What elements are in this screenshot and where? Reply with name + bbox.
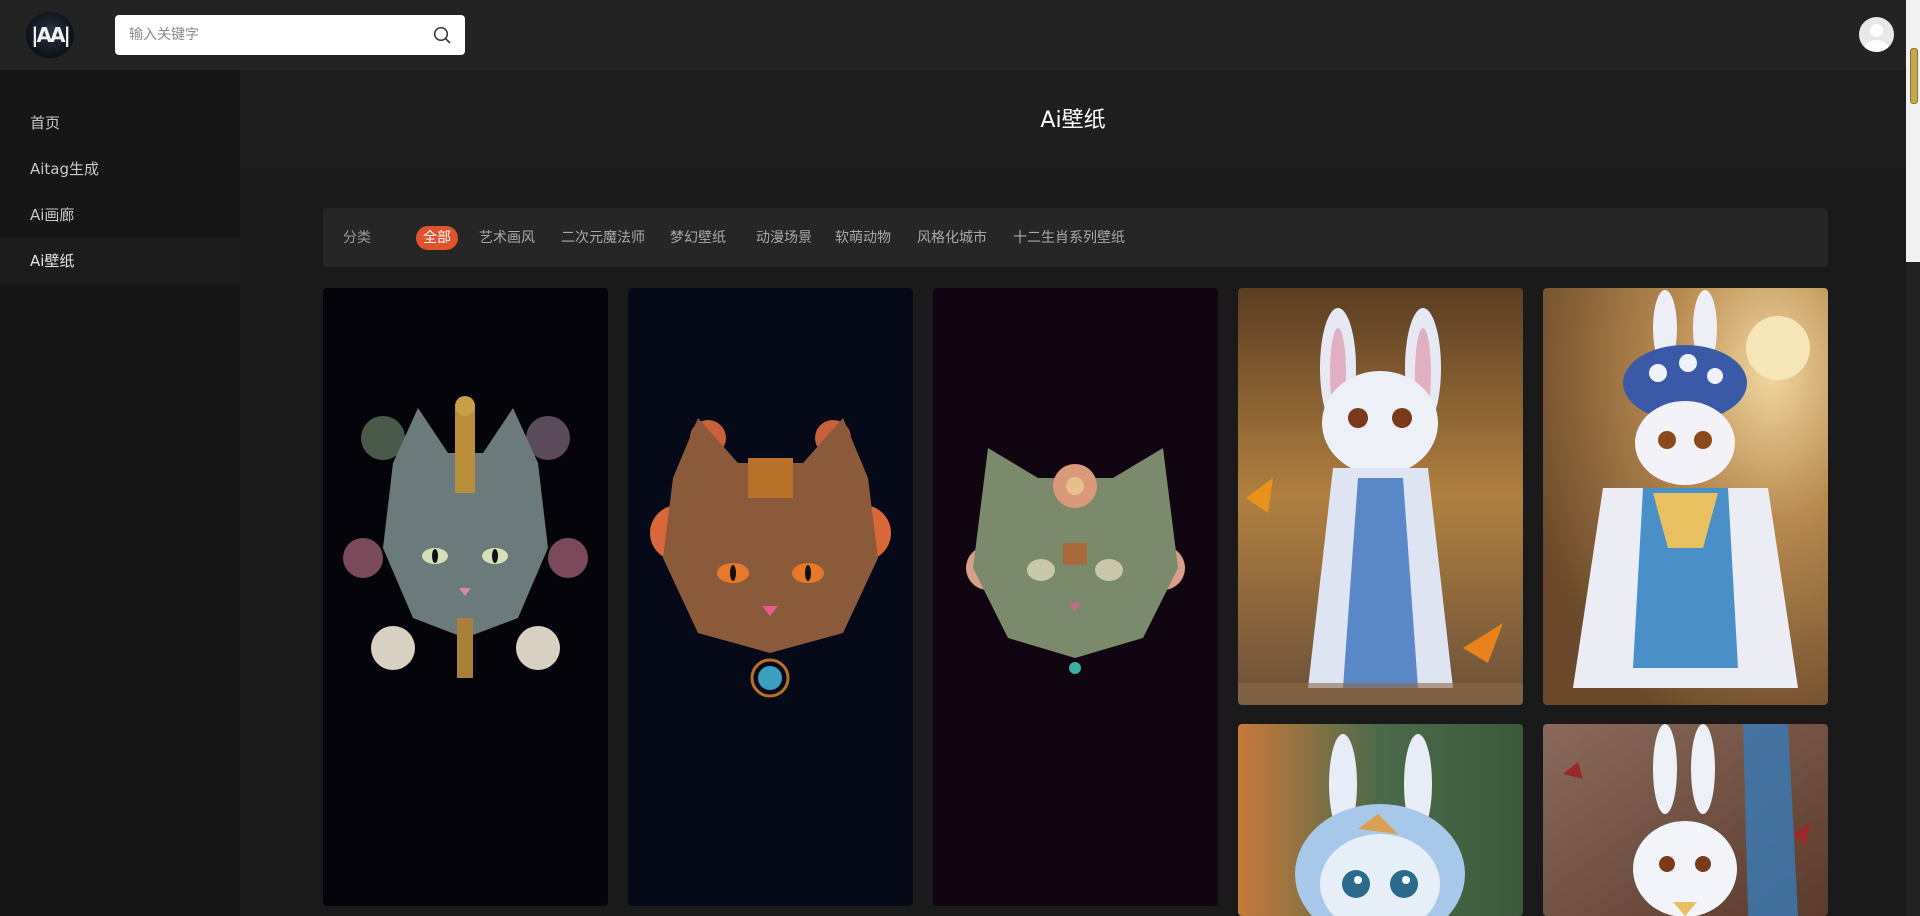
scrollbar-thumb[interactable] <box>1910 48 1918 104</box>
category-tab-cute-animals[interactable]: 软萌动物 <box>828 226 898 250</box>
search-input[interactable] <box>115 15 425 55</box>
logo-text: |AA| <box>31 23 71 47</box>
category-tab-stylized-city[interactable]: 风格化城市 <box>910 226 994 250</box>
sidebar-item-gallery[interactable]: Ai画廊 <box>0 192 240 238</box>
category-tab-anime-scene[interactable]: 动漫场景 <box>749 226 819 250</box>
category-tab-dream-wallpaper[interactable]: 梦幻壁纸 <box>663 226 733 250</box>
category-bar: 分类 全部 艺术画风 二次元魔法师 梦幻壁纸 动漫场景 软萌动物 风格化城市 十… <box>323 208 1828 267</box>
user-icon <box>1864 24 1889 52</box>
scrollbar-background <box>1906 262 1920 916</box>
search-box <box>115 15 465 55</box>
top-bar: |AA| <box>0 0 1906 70</box>
sidebar-item-home[interactable]: 首页 <box>0 100 240 146</box>
category-label: 分类 <box>343 230 371 246</box>
wallpaper-image <box>1543 288 1828 705</box>
sidebar-item-aitag[interactable]: Aitag生成 <box>0 146 240 192</box>
site-logo[interactable]: |AA| <box>26 12 74 58</box>
wallpaper-image <box>966 448 1185 674</box>
wallpaper-image <box>1238 288 1523 705</box>
wallpaper-card[interactable] <box>1238 288 1523 705</box>
wallpaper-card[interactable] <box>1238 724 1523 916</box>
category-tab-art-style[interactable]: 艺术画风 <box>472 226 542 250</box>
wallpaper-card[interactable] <box>628 288 913 906</box>
wallpaper-image <box>650 418 891 698</box>
page-header: Ai壁纸 <box>240 70 1906 168</box>
category-tab-zodiac-series[interactable]: 十二生肖系列壁纸 <box>1006 226 1132 250</box>
wallpaper-card[interactable] <box>933 288 1218 906</box>
wallpaper-card[interactable] <box>1543 724 1828 916</box>
search-icon[interactable] <box>433 26 451 44</box>
page-title: Ai壁纸 <box>1040 108 1106 133</box>
wallpaper-card[interactable] <box>323 288 608 906</box>
category-tab-all[interactable]: 全部 <box>416 226 458 250</box>
category-tab-anime-mage[interactable]: 二次元魔法师 <box>554 226 652 250</box>
sidebar: 首页 Aitag生成 Ai画廊 Ai壁纸 <box>0 70 240 916</box>
wallpaper-card[interactable] <box>1543 288 1828 705</box>
sidebar-item-wallpaper[interactable]: Ai壁纸 <box>0 238 240 284</box>
wallpaper-image <box>1238 724 1523 916</box>
wallpaper-image <box>1543 724 1828 916</box>
avatar[interactable] <box>1859 17 1894 52</box>
wallpaper-image <box>343 396 588 678</box>
